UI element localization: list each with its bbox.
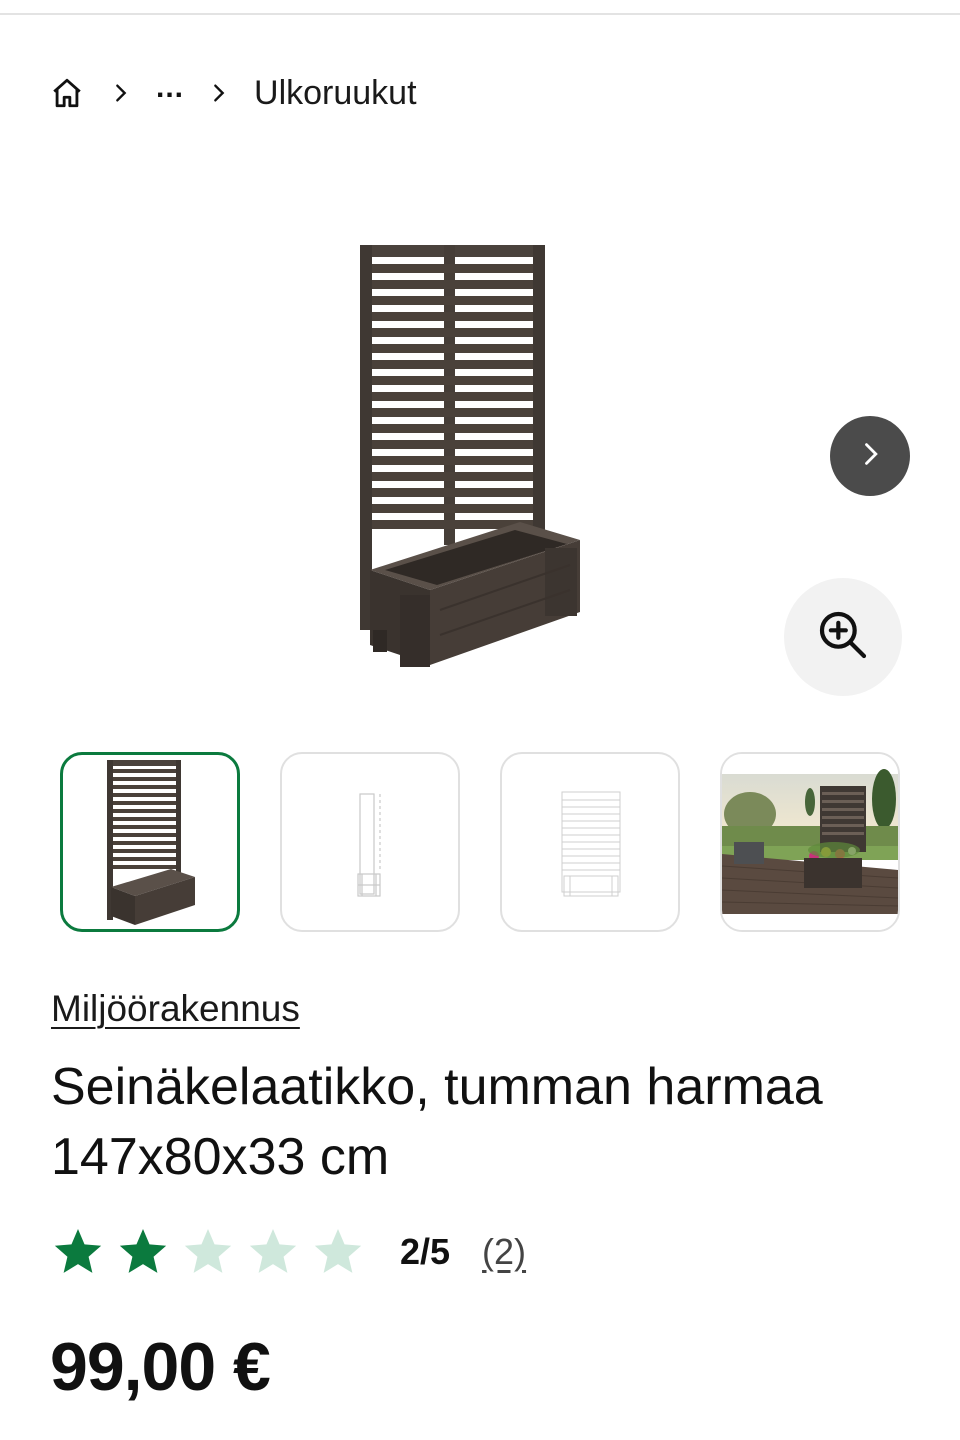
star-filled-icon bbox=[54, 1229, 102, 1273]
review-count-link[interactable]: (2) bbox=[482, 1231, 526, 1273]
rating: 2/5 (2) bbox=[51, 1222, 526, 1282]
top-divider bbox=[0, 13, 960, 15]
product-page: ... Ulkoruukut Miljöörakennus Seinäkelaa… bbox=[0, 0, 960, 1440]
thumbnail-strip bbox=[60, 752, 902, 934]
home-icon[interactable] bbox=[48, 74, 86, 112]
product-title: Seinäkelaatikko, tumman harmaa 147x80x33… bbox=[51, 1058, 823, 1186]
thumbnail-front-drawing[interactable] bbox=[500, 752, 680, 932]
breadcrumb-ellipsis[interactable]: ... bbox=[156, 73, 184, 103]
star-empty-icon bbox=[249, 1229, 297, 1273]
image-gallery bbox=[0, 150, 960, 730]
chevron-right-icon bbox=[856, 440, 884, 473]
breadcrumb: ... Ulkoruukut bbox=[48, 66, 417, 120]
star-empty-icon bbox=[314, 1229, 362, 1273]
brand-link[interactable]: Miljöörakennus bbox=[51, 988, 300, 1030]
star-empty-icon bbox=[184, 1229, 232, 1273]
rating-score: 2/5 bbox=[400, 1231, 451, 1272]
zoom-in-icon bbox=[815, 607, 871, 668]
zoom-button[interactable] bbox=[784, 578, 902, 696]
product-price: 99,00 € bbox=[50, 1329, 271, 1405]
thumbnail-product-photo[interactable] bbox=[60, 752, 240, 932]
rating-stars bbox=[51, 1225, 376, 1279]
thumbnail-side-drawing[interactable] bbox=[280, 752, 460, 932]
next-image-button[interactable] bbox=[830, 416, 910, 496]
chevron-right-icon bbox=[104, 76, 138, 110]
breadcrumb-current[interactable]: Ulkoruukut bbox=[254, 74, 417, 113]
chevron-right-icon bbox=[202, 76, 236, 110]
thumbnail-lifestyle-photo[interactable] bbox=[720, 752, 900, 932]
product-main-image[interactable] bbox=[345, 240, 595, 675]
star-filled-icon bbox=[119, 1229, 167, 1273]
